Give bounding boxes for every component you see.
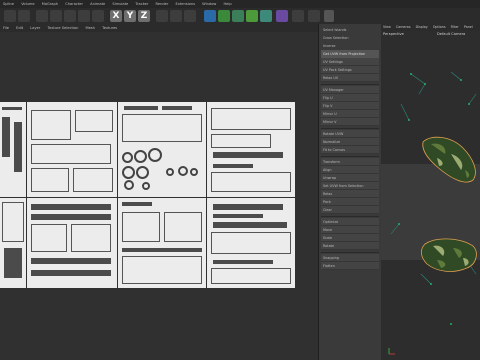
panel-row[interactable]: Clear: [321, 206, 379, 214]
bulb-icon[interactable]: [324, 10, 334, 22]
panel-divider: [321, 156, 379, 157]
panel-row[interactable]: Normalize: [321, 138, 379, 146]
uv-island-group: [118, 198, 206, 288]
scene-geometry: [388, 71, 477, 355]
rotate-tool-icon[interactable]: [78, 10, 90, 22]
menu-item-volume[interactable]: Volume: [18, 0, 37, 8]
panel-row[interactable]: Relax: [321, 190, 379, 198]
panel-divider: [321, 216, 379, 217]
menu-item-extensions[interactable]: Extensions: [172, 0, 198, 8]
camera-icon[interactable]: [292, 10, 304, 22]
render-view-icon[interactable]: [170, 10, 182, 22]
panel-row[interactable]: Align: [321, 166, 379, 174]
cube-icon[interactable]: [204, 10, 216, 22]
panel-row[interactable]: Mirror V: [321, 118, 379, 126]
scene-icon[interactable]: [276, 10, 288, 22]
uv-commands-panel: Select Islands Grow Selection Inverse Ge…: [318, 24, 382, 360]
panel-row[interactable]: Select Islands: [321, 26, 379, 34]
panel-row[interactable]: Grow Selection: [321, 34, 379, 42]
uv-menu-textures[interactable]: Textures: [99, 24, 120, 32]
panel-row[interactable]: UV Manager: [321, 86, 379, 94]
panel-row[interactable]: Flatten: [321, 262, 379, 270]
move-tool-icon[interactable]: [50, 10, 62, 22]
panel-row[interactable]: Unwrap: [321, 174, 379, 182]
panel-row[interactable]: Flip V: [321, 102, 379, 110]
menu-item-help[interactable]: Help: [220, 0, 234, 8]
3d-viewport[interactable]: View Cameras Display Options Filter Pane…: [381, 24, 480, 360]
menu-item-character[interactable]: Character: [62, 0, 86, 8]
panel-row[interactable]: Transform: [321, 158, 379, 166]
uv-editor-viewport[interactable]: [0, 32, 318, 360]
panel-divider: [321, 128, 379, 129]
deformer-icon[interactable]: [260, 10, 272, 22]
uv-island-group: [27, 198, 117, 288]
menu-item-mograph[interactable]: MoGraph: [39, 0, 61, 8]
tool-icon[interactable]: [92, 10, 104, 22]
main-toolbar: X Y Z: [0, 8, 480, 25]
panel-row[interactable]: Pack: [321, 198, 379, 206]
uv-menu-edit[interactable]: Edit: [13, 24, 26, 32]
panel-row[interactable]: Set UVW from Selection: [321, 182, 379, 190]
light-icon[interactable]: [308, 10, 320, 22]
panel-divider: [321, 252, 379, 253]
panel-row[interactable]: Relax UV: [321, 74, 379, 82]
panel-row[interactable]: Inverse: [321, 42, 379, 50]
axis-gizmo: [388, 348, 395, 355]
uv-island-group: [27, 102, 117, 197]
panel-row[interactable]: Fit to Canvas: [321, 146, 379, 154]
redo-icon[interactable]: [18, 10, 30, 22]
panel-divider: [321, 84, 379, 85]
panel-row[interactable]: Move: [321, 226, 379, 234]
uv-menu-mesh[interactable]: Mesh: [83, 24, 98, 32]
panel-row[interactable]: Rotate UVW: [321, 130, 379, 138]
panel-row[interactable]: Mirror U: [321, 110, 379, 118]
uv-menu-texture-selection[interactable]: Texture Selection: [44, 24, 81, 32]
uv-island-group: [207, 102, 295, 197]
undo-icon[interactable]: [4, 10, 16, 22]
panel-row[interactable]: UV Settings: [321, 58, 379, 66]
select-tool-icon[interactable]: [36, 10, 48, 22]
scale-tool-icon[interactable]: [64, 10, 76, 22]
menu-item-animate[interactable]: Animate: [87, 0, 108, 8]
panel-row[interactable]: UV Pack Settings: [321, 66, 379, 74]
menu-item-tracker[interactable]: Tracker: [132, 0, 151, 8]
menu-item-render[interactable]: Render: [153, 0, 172, 8]
menu-item-spline[interactable]: Spline: [0, 0, 17, 8]
uv-menu-layer[interactable]: Layer: [27, 24, 43, 32]
menu-item-window[interactable]: Window: [199, 0, 219, 8]
nurbs-icon[interactable]: [232, 10, 244, 22]
panel-row[interactable]: Snapping: [321, 254, 379, 262]
spline-icon[interactable]: [218, 10, 230, 22]
panel-row[interactable]: Optimize: [321, 218, 379, 226]
axis-z-button[interactable]: Z: [138, 10, 150, 22]
render-settings-icon[interactable]: [184, 10, 196, 22]
panel-row[interactable]: Scale: [321, 234, 379, 242]
uv-island-group: [0, 198, 26, 288]
axis-x-button[interactable]: X: [110, 10, 122, 22]
get-uvw-from-projection-button[interactable]: Get UVW from Projection: [321, 50, 379, 58]
panel-row[interactable]: Flip U: [321, 94, 379, 102]
camo-mesh-bottom: [421, 238, 477, 272]
uv-island-group: [0, 102, 26, 197]
main-menubar: Spline Volume MoGraph Character Animate …: [0, 0, 480, 8]
menu-item-simulate[interactable]: Simulate: [109, 0, 131, 8]
cloner-icon[interactable]: [246, 10, 258, 22]
uv-island-group: [207, 198, 295, 288]
uv-editor-menubar: File Edit Layer Texture Selection Mesh T…: [0, 24, 318, 32]
axis-y-button[interactable]: Y: [124, 10, 136, 22]
uv-menu-file[interactable]: File: [0, 24, 12, 32]
coordinate-system-icon[interactable]: [156, 10, 168, 22]
panel-row[interactable]: Rotate: [321, 242, 379, 250]
uv-island-group: [118, 102, 206, 197]
